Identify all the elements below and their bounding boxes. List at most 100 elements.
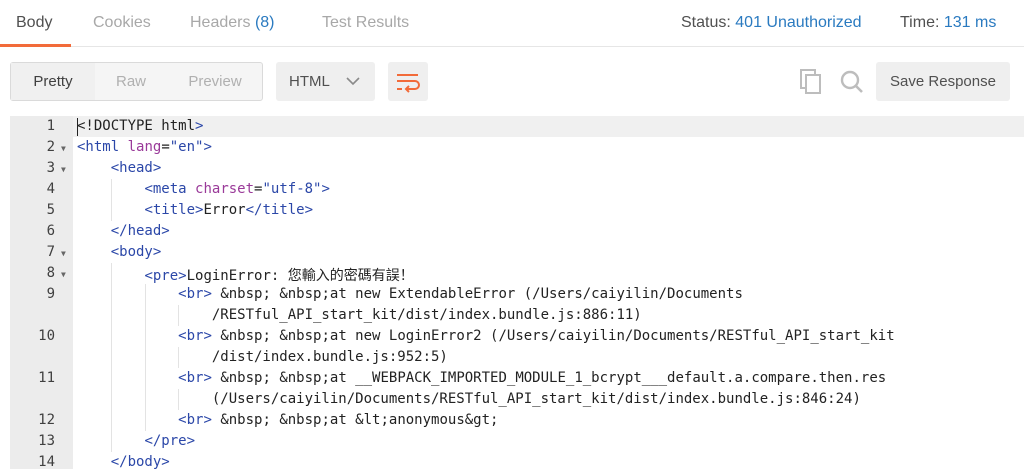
raw-button[interactable]: Raw [95, 63, 167, 100]
response-tabs: Body Cookies Headers (8) Test Results St… [0, 0, 1024, 47]
indent-guide [110, 284, 112, 305]
line-number: 2 [46, 139, 55, 155]
indent-guide [144, 305, 146, 326]
preview-button[interactable]: Preview [167, 63, 263, 100]
code-line-text: </head> [110, 223, 170, 239]
indent-guide [110, 431, 112, 452]
line-number: 4 [46, 181, 55, 197]
line-number: 10 [38, 328, 55, 344]
active-tab-indicator [0, 44, 71, 47]
line-number: 1 [46, 118, 55, 134]
line-number: 13 [38, 433, 55, 449]
fold-toggle-icon[interactable]: ▼ [61, 165, 66, 174]
indent-guide [178, 305, 180, 326]
indent-guide [144, 368, 146, 389]
code-line: <br> &nbsp; &nbsp;at new LoginError2 (/U… [73, 326, 1024, 368]
tab-cookies-label: Cookies [93, 14, 151, 31]
time-readout: Time: 131 ms [900, 14, 996, 32]
indent-guide [110, 347, 112, 368]
line-number: 5 [46, 202, 55, 218]
code-line: </pre> [73, 431, 1024, 452]
indent-guide [110, 200, 112, 221]
code-line-text: <pre>LoginError: 您輸入的密碼有誤！ [144, 268, 414, 284]
code-line: <pre>LoginError: 您輸入的密碼有誤！ [73, 263, 1024, 284]
indent-guide [178, 347, 180, 368]
text-cursor [77, 118, 78, 136]
chevron-down-icon [346, 77, 360, 86]
code-line-text: <body> [110, 244, 162, 260]
line-number: 11 [38, 370, 55, 386]
tab-test-results[interactable]: Test Results [322, 14, 409, 32]
tab-body-label: Body [16, 14, 53, 31]
status-readout: Status: 401 Unauthorized [681, 14, 862, 32]
indent-guide [110, 410, 112, 431]
wrap-lines-icon [397, 74, 420, 93]
code-line-text: <br> &nbsp; &nbsp;at new ExtendableError… [178, 286, 743, 302]
fold-toggle-icon[interactable]: ▼ [61, 270, 66, 279]
code-line: <body> [73, 242, 1024, 263]
format-select[interactable]: HTML [276, 62, 375, 101]
fold-toggle-icon[interactable]: ▼ [61, 249, 66, 258]
line-number: 9 [46, 286, 55, 302]
code-line-text: </pre> [144, 433, 196, 449]
line-number: 6 [46, 223, 55, 239]
format-select-value: HTML [289, 73, 330, 90]
code-line-text: <br> &nbsp; &nbsp;at new LoginError2 (/U… [178, 328, 895, 344]
status-value[interactable]: 401 Unauthorized [735, 14, 861, 31]
fold-toggle-icon[interactable]: ▼ [61, 144, 66, 153]
indent-guide [110, 263, 112, 284]
code-line-text: <head> [110, 160, 162, 176]
code-line-text: </body> [110, 454, 170, 469]
code-line: <br> &nbsp; &nbsp;at &lt;anonymous&gt; [73, 410, 1024, 431]
code-line-text: <br> &nbsp; &nbsp;at &lt;anonymous&gt; [178, 412, 499, 428]
line-number: 3 [46, 160, 55, 176]
code-line: <br> &nbsp; &nbsp;at new ExtendableError… [73, 284, 1024, 326]
view-mode-segmented-control: Pretty Raw Preview [10, 62, 263, 101]
code-line-text: <html lang="en"> [77, 139, 212, 155]
headers-count-badge: (8) [254, 14, 275, 31]
code-line-text: /RESTful_API_start_kit/dist/index.bundle… [77, 307, 642, 323]
time-value[interactable]: 131 ms [944, 14, 996, 31]
line-number: 8 [46, 265, 55, 281]
indent-guide [110, 326, 112, 347]
tab-cookies[interactable]: Cookies [93, 14, 151, 32]
indent-guide [144, 326, 146, 347]
line-number: 14 [38, 454, 55, 469]
indent-guide [144, 389, 146, 410]
time-label: Time: [900, 14, 940, 31]
code-line-text: <title>Error</title> [144, 202, 314, 218]
code-line-text: /dist/index.bundle.js:952:5) [77, 349, 448, 365]
indent-guide [110, 179, 112, 200]
indent-guide [110, 389, 112, 410]
line-number: 12 [38, 412, 55, 428]
code-line-text: <br> &nbsp; &nbsp;at __WEBPACK_IMPORTED_… [178, 370, 887, 386]
indent-guide [144, 284, 146, 305]
pretty-button[interactable]: Pretty [11, 63, 95, 100]
code-line: </head> [73, 221, 1024, 242]
tab-body[interactable]: Body [16, 14, 52, 32]
indent-guide [144, 410, 146, 431]
indent-guide [144, 347, 146, 368]
code-line: <br> &nbsp; &nbsp;at __WEBPACK_IMPORTED_… [73, 368, 1024, 410]
code-line: <html lang="en"> [73, 137, 1024, 158]
code-area[interactable]: <!DOCTYPE html> <html lang="en"> <head> <… [73, 116, 1024, 469]
code-line: </body> [73, 452, 1024, 469]
indent-guide [110, 305, 112, 326]
code-line: <title>Error</title> [73, 200, 1024, 221]
wrap-lines-button[interactable] [388, 62, 428, 101]
code-line-text: <!DOCTYPE html> [77, 118, 204, 134]
response-body-editor[interactable]: <!DOCTYPE html> <html lang="en"> <head> <… [10, 116, 1024, 469]
tab-headers[interactable]: Headers (8) [190, 14, 275, 32]
tab-headers-label: Headers [190, 14, 251, 31]
search-icon[interactable] [839, 69, 865, 95]
indent-guide [110, 368, 112, 389]
copy-icon[interactable] [800, 69, 822, 95]
code-line-text: <meta charset="utf-8"> [144, 181, 330, 197]
code-line: <head> [73, 158, 1024, 179]
tab-test-results-label: Test Results [322, 14, 410, 31]
code-line-text: (/Users/caiyilin/Documents/RESTful_API_s… [77, 391, 861, 407]
code-line: <!DOCTYPE html> [73, 116, 1024, 137]
indent-guide [178, 389, 180, 410]
save-response-button[interactable]: Save Response [876, 62, 1010, 101]
code-line: <meta charset="utf-8"> [73, 179, 1024, 200]
